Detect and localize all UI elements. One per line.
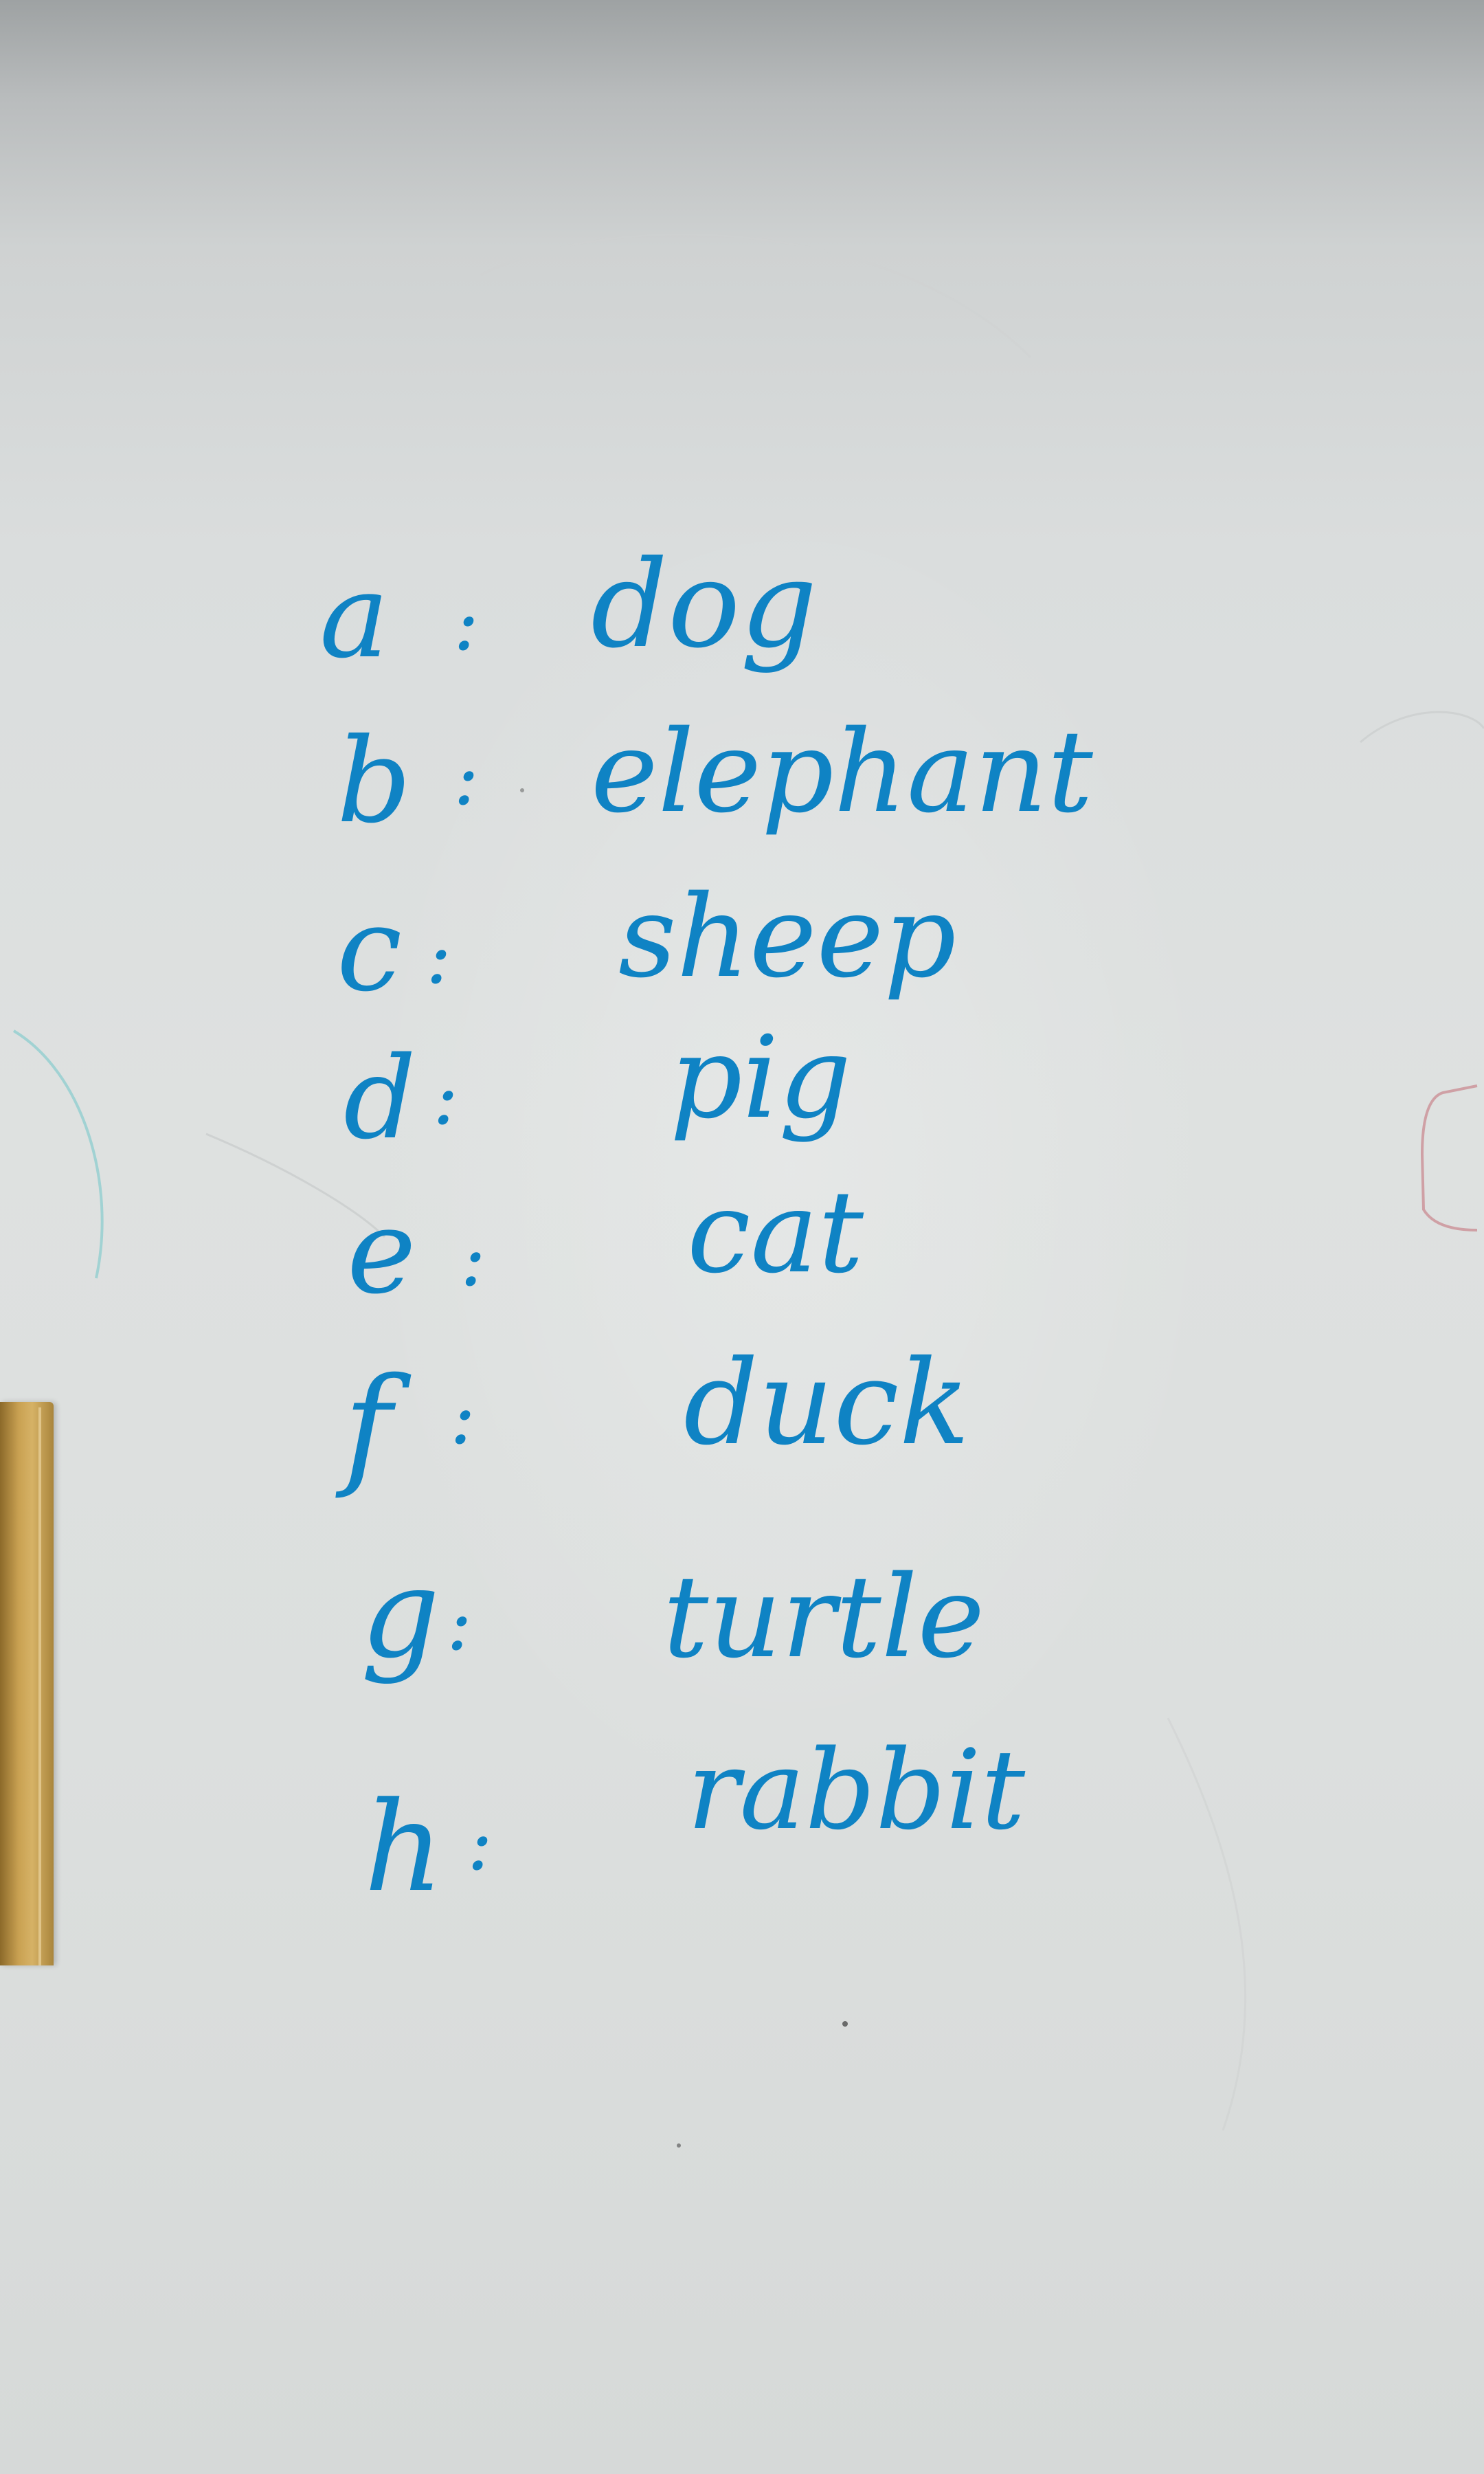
entry-word: pig	[670, 1012, 851, 1144]
entry-b: b : elephant	[337, 706, 1094, 849]
entry-word: rabbit	[687, 1726, 1026, 1854]
entry-a: a : dog	[319, 535, 817, 684]
entry-separator: :	[453, 734, 479, 822]
entry-f: f : duck	[335, 1335, 970, 1502]
entry-word: sheep	[618, 871, 956, 1003]
entry-separator: :	[467, 1799, 493, 1887]
entry-letter: h	[364, 1776, 444, 1919]
entry-d: d : pig	[344, 1012, 851, 1164]
entry-separator: :	[453, 579, 479, 667]
entry-word: cat	[687, 1166, 864, 1298]
whiteboard: a : dog b : elephant c : sheep d : pig e…	[0, 0, 1484, 2474]
entry-g: g : turtle	[361, 1542, 985, 1686]
entry-separator: :	[450, 1373, 475, 1461]
entry-c: c : sheep	[337, 871, 956, 1018]
entry-separator: :	[433, 1054, 458, 1141]
entry-word: dog	[591, 535, 817, 675]
entry-word: elephant	[591, 706, 1094, 838]
entry-separator: :	[447, 1579, 472, 1667]
entry-letter: e	[347, 1184, 416, 1320]
entry-separator: :	[460, 1215, 486, 1303]
entry-letter: c	[337, 882, 402, 1018]
entry-e: e : cat	[347, 1166, 864, 1320]
entry-letter: d	[344, 1032, 416, 1164]
entry-h: h : rabbit	[364, 1726, 1026, 1919]
entry-letter: g	[361, 1542, 440, 1686]
entry-word: duck	[684, 1335, 970, 1471]
entry-letter: b	[337, 713, 412, 849]
entry-word: turtle	[663, 1551, 985, 1683]
entry-separator: :	[426, 913, 451, 1001]
handwritten-list: a : dog b : elephant c : sheep d : pig e…	[319, 535, 1094, 1919]
entry-letter: f	[335, 1350, 412, 1502]
entry-letter: a	[319, 548, 389, 684]
